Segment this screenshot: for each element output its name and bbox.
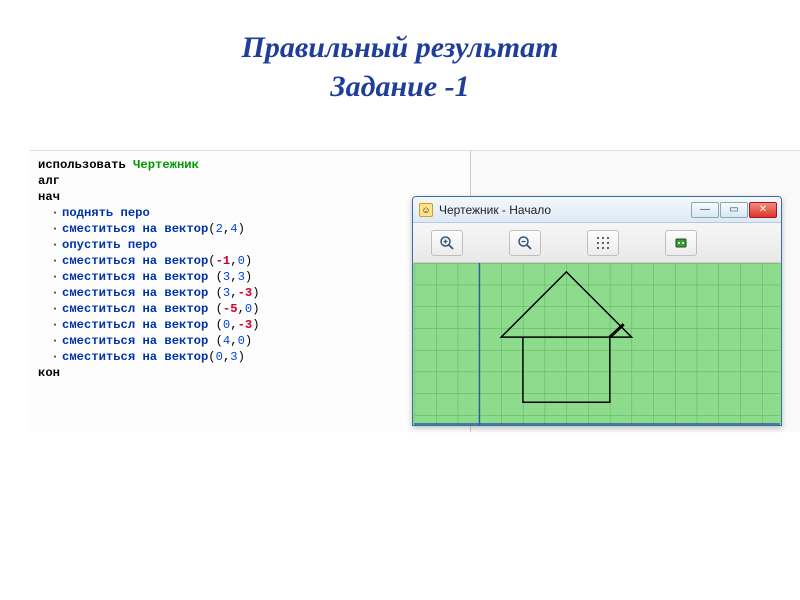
app-icon: ☺: [419, 203, 433, 217]
zoom-out-button[interactable]: [509, 230, 541, 256]
zoom-in-button[interactable]: [431, 230, 463, 256]
robot-icon: [673, 235, 689, 251]
maximize-button[interactable]: ▭: [720, 202, 748, 218]
title-line-2: Задание -1: [330, 70, 469, 103]
code-line: ·сместитьсл на вектор (0,-3): [38, 317, 462, 333]
close-button[interactable]: ✕: [749, 202, 777, 218]
slide-title: Правильный результат Задание -1: [0, 0, 800, 124]
code-line: ·поднять перо: [38, 205, 462, 221]
drawing-window: ☺ Чертежник - Начало — ▭ ✕: [412, 196, 782, 426]
code-line: ·сместиться на вектор (4,0): [38, 333, 462, 349]
title-line-1: Правильный результат: [242, 31, 559, 64]
zoom-in-icon: [439, 235, 455, 251]
grid-icon: [595, 235, 611, 251]
minimize-button[interactable]: —: [691, 202, 719, 218]
titlebar[interactable]: ☺ Чертежник - Начало — ▭ ✕: [413, 197, 781, 223]
kw-begin: нач: [38, 190, 60, 204]
module-name: Чертежник: [133, 158, 199, 172]
code-line: ·сместиться на вектор(0,3): [38, 349, 462, 365]
code-line: ·сместиться на вектор(-1,0): [38, 253, 462, 269]
robot-button[interactable]: [665, 230, 697, 256]
grid-button[interactable]: [587, 230, 619, 256]
code-line: ·сместиться на вектор (3,3): [38, 269, 462, 285]
kw-use: использовать: [38, 158, 126, 172]
drawing-canvas[interactable]: [413, 263, 781, 425]
code-line: ·опустить перо: [38, 237, 462, 253]
content-area: использовать Чертежник алг нач ·поднять …: [30, 150, 800, 432]
window-title: Чертежник - Начало: [439, 203, 691, 217]
toolbar: [413, 223, 781, 263]
code-panel: использовать Чертежник алг нач ·поднять …: [30, 151, 470, 432]
code-line: ·сместиться на вектор(2,4): [38, 221, 462, 237]
code-line: ·сместиться на вектор (3,-3): [38, 285, 462, 301]
code-line: ·сместитьсл на вектор (-5,0): [38, 301, 462, 317]
kw-alg: алг: [38, 174, 60, 188]
zoom-out-icon: [517, 235, 533, 251]
kw-end: кон: [38, 366, 60, 380]
canvas-svg: [413, 263, 781, 425]
